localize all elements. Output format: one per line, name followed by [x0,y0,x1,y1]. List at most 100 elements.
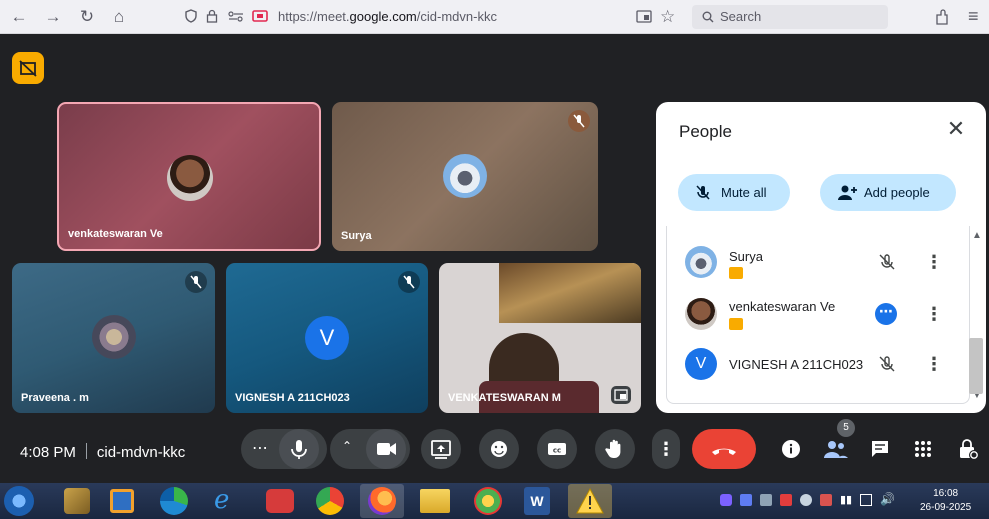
participant-avatar [685,246,717,278]
explorer-icon[interactable] [64,488,90,514]
start-button-icon[interactable] [4,486,34,516]
search-placeholder: Search [720,9,762,24]
address-bar[interactable]: https://meet.google.com/cid-mdvn-kkc ☆ [178,5,686,29]
system-clock[interactable]: 16:08 26-09-2025 [920,487,971,515]
search-field[interactable]: Search [692,5,888,29]
muted-mic-icon [185,271,207,293]
scroll-up-icon[interactable]: ▲ [972,230,982,241]
url-prefix: https://meet. [278,9,350,24]
screen-recorder-icon[interactable] [266,489,294,513]
more-options-icon[interactable]: ⋮ [925,304,943,324]
video-tile[interactable]: V VIGNESH A 211CH023 [226,263,428,413]
tray-sync-icon[interactable] [800,494,812,506]
tray-flag-icon[interactable] [820,494,832,506]
mic-off-icon [696,185,710,200]
media-player-icon[interactable] [110,489,134,513]
background-poster [499,263,641,323]
extensions-icon[interactable] [934,9,950,26]
close-icon[interactable]: ✕ [946,118,966,140]
reader-view-icon[interactable] [636,9,652,24]
hang-up-icon [712,448,736,455]
speaking-indicator-icon: ⋯ [875,303,897,325]
more-vert-icon: ⋮ [657,439,675,459]
forward-icon[interactable]: → [42,7,64,27]
tray-camera-icon[interactable] [740,494,752,506]
participant-name: venkateswaran Ve [68,228,163,240]
chat-icon[interactable] [870,439,890,459]
people-count-badge: 5 [837,419,855,437]
mute-all-button[interactable]: Mute all [678,174,790,211]
people-icon[interactable] [823,438,849,460]
url-text[interactable]: https://meet.google.com/cid-mdvn-kkc [278,9,497,24]
tray-recorder-icon[interactable] [780,494,792,506]
shield-icon[interactable] [184,9,198,23]
participant-row[interactable]: Surya ⋮ [667,236,969,288]
more-options-icon[interactable]: ⋮ [925,354,943,374]
participant-name: VENKATESWARAN M [448,392,561,404]
chevron-up-icon[interactable]: ⌃ [342,439,352,453]
back-icon[interactable]: ← [8,7,30,27]
permissions-icon[interactable] [228,10,244,22]
home-icon[interactable]: ⌂ [108,7,130,27]
participant-row[interactable]: V VIGNESH A 211CH023 ⋮ [667,340,969,392]
participant-list[interactable]: Surya ⋮ venkateswaran Ve ⋯ ⋮ V VIGNESH A… [666,226,970,404]
word-icon[interactable]: W [524,487,550,515]
more-options-button[interactable]: ⋮ [652,429,680,469]
reload-icon[interactable]: ↻ [76,7,98,27]
camera-sharing-icon[interactable] [252,9,268,22]
present-screen-icon [431,440,451,459]
video-tile[interactable]: Praveena . m [12,263,215,413]
host-badge-icon [729,267,743,279]
paint-icon[interactable] [474,487,502,515]
folder-icon[interactable] [420,489,450,513]
host-controls-lock-icon[interactable] [958,437,980,461]
microphone-button[interactable] [279,429,319,469]
mic-off-icon[interactable] [877,354,897,374]
chrome-icon[interactable] [316,487,344,515]
video-tile[interactable]: Surya [332,102,598,251]
scrollbar-thumb[interactable] [969,338,983,394]
svg-text:cc: cc [553,447,561,455]
tray-network-app-icon[interactable] [760,494,772,506]
pip-icon[interactable] [611,386,631,404]
firefox-taskbar-active[interactable] [360,484,404,518]
muted-mic-icon [568,110,590,132]
camera-icon [377,443,396,455]
participant-avatar [92,315,136,359]
activities-grid-icon[interactable] [914,440,932,458]
audio-settings-icon[interactable]: ⋯ [252,437,268,461]
panel-title: People [679,122,732,141]
mute-all-label: Mute all [721,185,767,200]
warning-app-taskbar[interactable] [568,484,612,518]
signal-icon[interactable]: ▮▮ [840,493,852,506]
camera-button[interactable] [366,429,406,469]
host-badge-icon [729,318,743,330]
participant-name: VIGNESH A 211CH023 [729,357,864,372]
divider [85,443,87,459]
lock-icon[interactable] [206,9,218,23]
internet-explorer-icon[interactable]: e [214,485,242,515]
present-button[interactable] [421,429,461,469]
add-people-button[interactable]: Add people [820,174,956,211]
more-options-icon[interactable]: ⋮ [925,252,943,272]
video-off-icon [19,60,37,77]
bookmark-star-icon[interactable]: ☆ [660,6,675,28]
volume-icon[interactable]: 🔊 [880,492,895,506]
participant-row[interactable]: venkateswaran Ve ⋯ ⋮ [667,288,969,340]
menu-hamburger-icon[interactable]: ≡ [968,6,979,26]
battery-icon[interactable] [860,494,872,506]
hand-icon [605,439,621,458]
captions-button[interactable]: cc [537,429,577,469]
meeting-details-info-icon[interactable] [781,439,801,459]
raise-hand-button[interactable] [595,429,635,469]
video-tile-camera-feed[interactable]: VENKATESWARAN M [439,263,641,413]
leave-call-button[interactable] [692,429,756,469]
video-tile[interactable]: venkateswaran Ve [57,102,321,251]
reactions-button[interactable] [479,429,519,469]
edge-browser-icon[interactable] [160,487,188,515]
mic-off-icon[interactable] [877,252,897,272]
participant-initial-avatar: V [305,316,349,360]
captions-icon: cc [548,443,566,455]
hidden-video-badge[interactable] [12,52,44,84]
tray-app-icon[interactable] [720,494,732,506]
